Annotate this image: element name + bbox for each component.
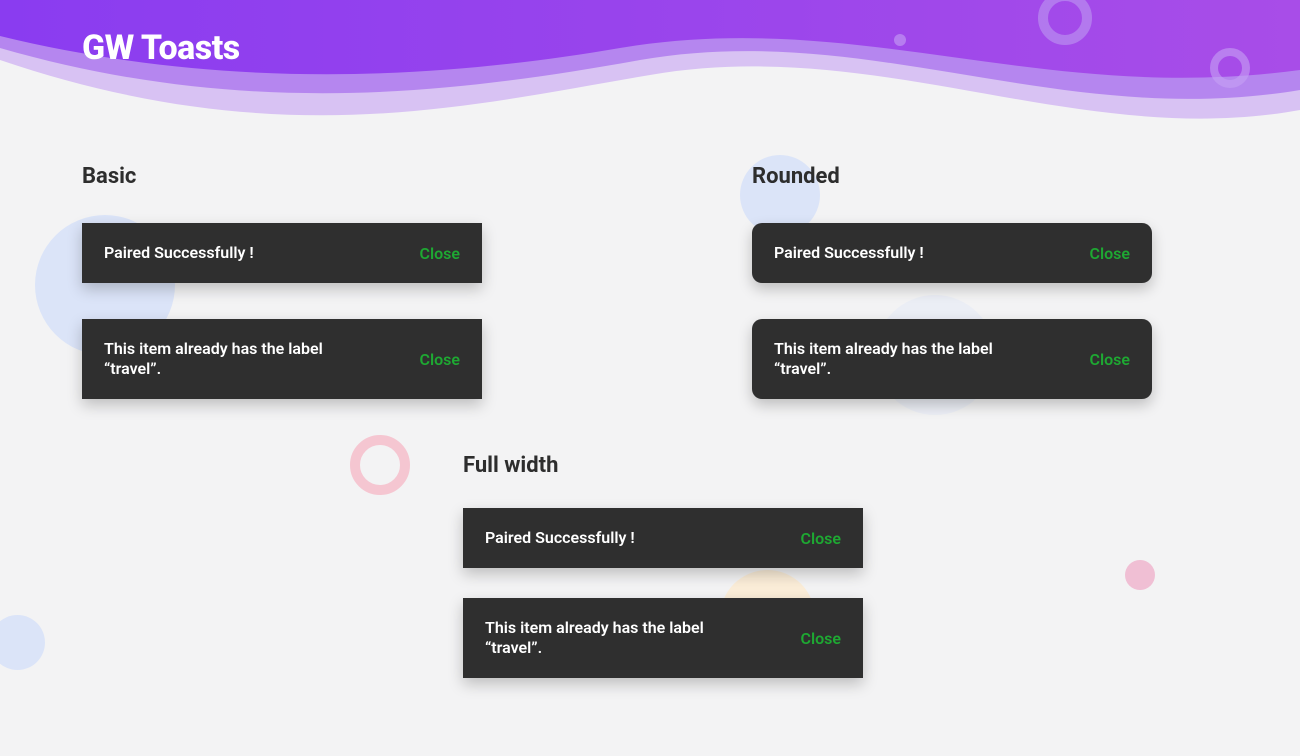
wave-graphic — [0, 0, 1300, 160]
page-title: GW Toasts — [82, 28, 240, 68]
toast-message: Paired Successfully ! — [774, 243, 924, 263]
toast-rounded: This item already has the label “travel”… — [752, 319, 1152, 399]
section-title-fullwidth: Full width — [463, 453, 863, 478]
toast-fullwidth: Paired Successfully ! Close — [463, 508, 863, 568]
toast-rounded: Paired Successfully ! Close — [752, 223, 1152, 283]
header-wave: GW Toasts — [0, 0, 1300, 140]
toast-close-button[interactable]: Close — [800, 529, 841, 548]
section-fullwidth: Full width Paired Successfully ! Close T… — [463, 453, 863, 678]
toast-basic: This item already has the label “travel”… — [82, 319, 482, 399]
toast-close-button[interactable]: Close — [1089, 244, 1130, 263]
toast-message: This item already has the label “travel”… — [485, 618, 745, 658]
section-title-basic: Basic — [82, 164, 482, 189]
toast-close-button[interactable]: Close — [419, 350, 460, 369]
section-rounded: Rounded Paired Successfully ! Close This… — [752, 164, 1152, 435]
toast-message: This item already has the label “travel”… — [104, 339, 364, 379]
toast-message: Paired Successfully ! — [104, 243, 254, 263]
toast-close-button[interactable]: Close — [419, 244, 460, 263]
toast-message: Paired Successfully ! — [485, 528, 635, 548]
toast-close-button[interactable]: Close — [800, 629, 841, 648]
section-basic: Basic Paired Successfully ! Close This i… — [82, 164, 482, 435]
toast-close-button[interactable]: Close — [1089, 350, 1130, 369]
section-title-rounded: Rounded — [752, 164, 1152, 189]
toast-message: This item already has the label “travel”… — [774, 339, 1034, 379]
toast-fullwidth: This item already has the label “travel”… — [463, 598, 863, 678]
toast-basic: Paired Successfully ! Close — [82, 223, 482, 283]
